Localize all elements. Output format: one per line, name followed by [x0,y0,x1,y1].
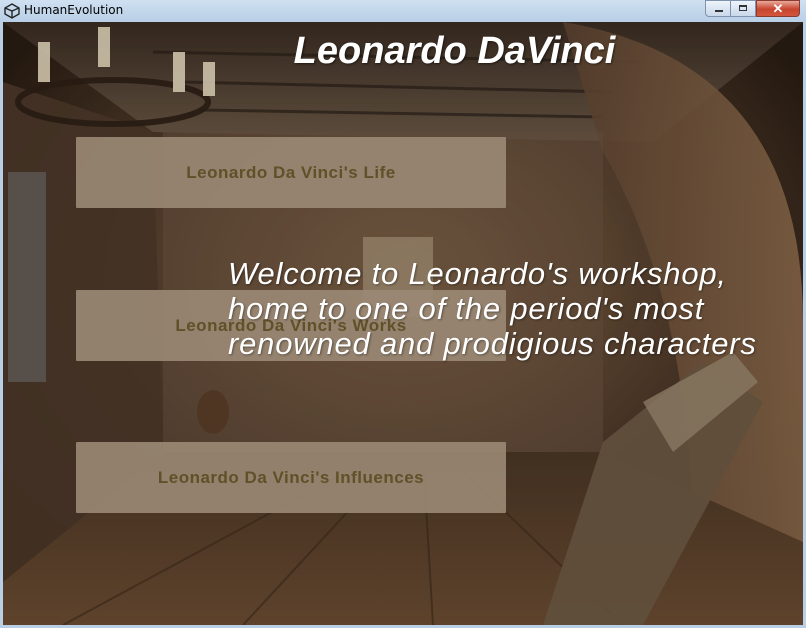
life-button[interactable]: Leonardo Da Vinci's Life [76,137,506,208]
game-viewport: Leonardo DaVinci Leonardo Da Vinci's Lif… [3,22,803,625]
window-titlebar[interactable]: HumanEvolution ✕ [0,0,806,22]
influences-button[interactable]: Leonardo Da Vinci's Influences [76,442,506,513]
page-title: Leonardo DaVinci [293,30,616,72]
window-title: HumanEvolution [24,3,124,17]
close-button[interactable]: ✕ [756,0,800,17]
close-icon: ✕ [772,1,784,16]
minimize-button[interactable] [705,0,731,17]
welcome-text: Welcome to Leonardo's workshop, home to … [228,256,757,361]
unity-logo-icon [4,3,20,19]
minimize-icon [715,10,723,12]
maximize-button[interactable] [731,0,756,17]
maximize-icon [739,5,747,11]
